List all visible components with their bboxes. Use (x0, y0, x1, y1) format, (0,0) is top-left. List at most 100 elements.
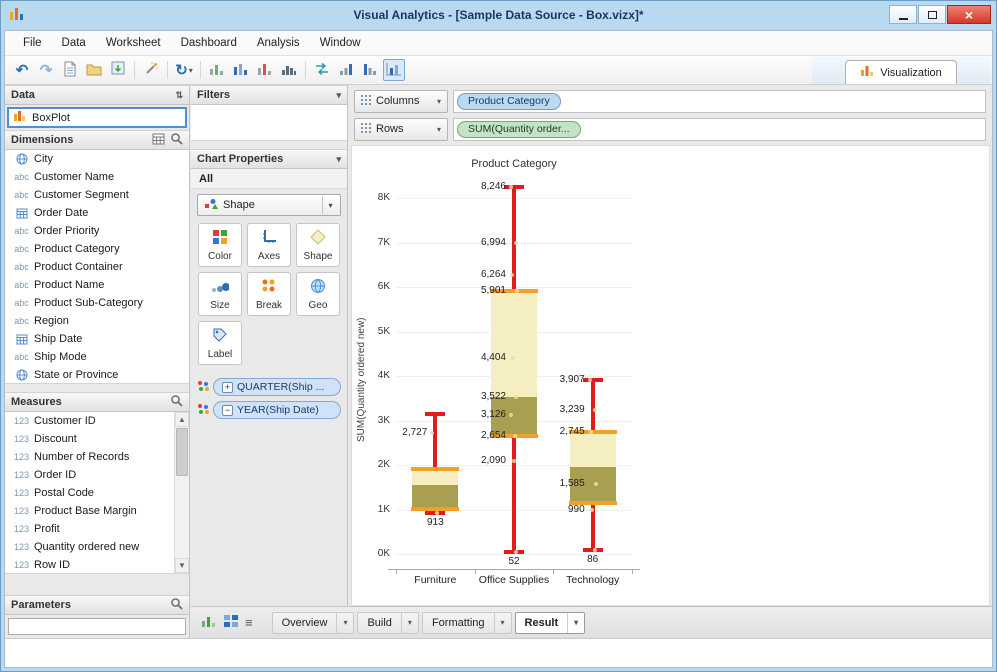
field-customer-name[interactable]: abc Customer Name (5, 168, 189, 186)
columns-field[interactable]: Product Category (453, 89, 986, 113)
data-point[interactable] (509, 412, 513, 417)
rows-field[interactable]: SUM(Quantity order... (453, 117, 986, 141)
close-button[interactable]: × (947, 5, 991, 24)
data-point[interactable] (589, 507, 594, 512)
measures-scrollbar[interactable]: ▲ ▼ (174, 412, 189, 573)
sort-ascending-button[interactable] (335, 59, 357, 81)
geo-property-button[interactable]: Geo (296, 272, 340, 316)
field-ship-mode[interactable]: abc Ship Mode (5, 348, 189, 366)
data-point[interactable] (430, 430, 435, 435)
redo-button[interactable]: ↷ (35, 59, 57, 81)
tab-formatting[interactable]: Formatting ▾ (421, 611, 512, 634)
label-property-button[interactable]: Label (198, 321, 242, 365)
add-dashboard-icon[interactable] (223, 614, 239, 631)
field-order-priority[interactable]: abc Order Priority (5, 222, 189, 240)
filters-header[interactable]: Filters ▾ (191, 85, 347, 105)
shape-property-button[interactable]: Shape (296, 223, 340, 267)
chart-properties-header[interactable]: Chart Properties ▾ (191, 149, 347, 169)
box-upper-furniture[interactable] (412, 469, 459, 485)
box-lower-furniture[interactable] (412, 485, 459, 509)
field-product-name[interactable]: abc Product Name (5, 276, 189, 294)
columns-pill[interactable]: Product Category (457, 92, 561, 110)
field-quantity-ordered-new[interactable]: 123 Quantity ordered new (5, 538, 189, 556)
data-point[interactable] (587, 378, 592, 383)
save-button[interactable] (107, 59, 129, 81)
data-source-item[interactable]: BoxPlot (7, 107, 187, 128)
data-point[interactable] (511, 356, 515, 360)
search-icon[interactable] (170, 394, 183, 410)
field-order-id[interactable]: 123 Order ID (5, 466, 189, 484)
color-property-button[interactable]: Color (198, 223, 242, 267)
refresh-button[interactable]: ↻ ▾ (173, 59, 195, 81)
axes-property-button[interactable]: Axes (247, 223, 291, 267)
field-discount[interactable]: 123 Discount (5, 430, 189, 448)
menu-window[interactable]: Window (310, 33, 371, 53)
menu-dashboard[interactable]: Dashboard (171, 33, 247, 53)
field-customer-segment[interactable]: abc Customer Segment (5, 186, 189, 204)
field-number-of-records[interactable]: 123 Number of Records (5, 448, 189, 466)
expander-icon[interactable]: − (222, 404, 233, 416)
parameters-box[interactable] (8, 618, 186, 635)
add-chart-red-button[interactable] (254, 59, 276, 81)
scroll-down-icon[interactable]: ▼ (175, 558, 189, 573)
table-icon[interactable] (152, 133, 165, 148)
maximize-button[interactable] (918, 5, 946, 24)
box-upper-technology[interactable] (569, 431, 616, 468)
field-profit[interactable]: 123 Profit (5, 520, 189, 538)
bar-chart-toggle-button[interactable] (383, 59, 405, 81)
dimensions-header[interactable]: Dimensions (5, 130, 189, 150)
columns-shelf-button[interactable]: Columns ▾ (354, 89, 448, 113)
field-postal-code[interactable]: 123 Postal Code (5, 484, 189, 502)
minimize-button[interactable] (889, 5, 917, 24)
collapse-expand-icon[interactable]: ⇅ (175, 90, 183, 101)
size-property-button[interactable]: Size (198, 272, 242, 316)
field-product-category[interactable]: abc Product Category (5, 240, 189, 258)
swap-axes-button[interactable] (311, 59, 333, 81)
field-city[interactable]: City (5, 150, 189, 168)
undo-button[interactable]: ↶ (11, 59, 33, 81)
wand-button[interactable] (140, 59, 162, 81)
break-property-button[interactable]: Break (247, 272, 291, 316)
open-button[interactable] (83, 59, 105, 81)
field-order-date[interactable]: Order Date (5, 204, 189, 222)
data-point[interactable] (592, 407, 597, 412)
box-upper-office-supplies[interactable] (491, 291, 537, 398)
tab-overview[interactable]: Overview ▾ (271, 611, 355, 634)
tab-build[interactable]: Build ▾ (357, 611, 419, 634)
list-view-icon[interactable]: ≡ (245, 615, 253, 630)
field-product-sub-category[interactable]: abc Product Sub-Category (5, 294, 189, 312)
new-sheet-button[interactable] (59, 59, 81, 81)
rows-pill[interactable]: SUM(Quantity order... (457, 120, 581, 138)
add-chart-blue-button[interactable] (230, 59, 252, 81)
measures-header[interactable]: Measures (5, 392, 189, 412)
add-chart-green-button[interactable] (206, 59, 228, 81)
field-pill[interactable]: − YEAR(Ship Date) (213, 401, 341, 419)
data-point[interactable] (514, 240, 518, 245)
field-region[interactable]: abc Region (5, 312, 189, 330)
tab-result[interactable]: Result ▾ (514, 611, 586, 634)
menu-data[interactable]: Data (52, 33, 96, 53)
data-point[interactable] (593, 481, 598, 486)
field-ship-date[interactable]: Ship Date (5, 330, 189, 348)
menu-worksheet[interactable]: Worksheet (96, 33, 171, 53)
data-point[interactable] (592, 548, 597, 553)
field-row-id[interactable]: 123 Row ID (5, 556, 189, 573)
field-pill[interactable]: + QUARTER(Ship ... (213, 378, 341, 396)
menu-analysis[interactable]: Analysis (247, 33, 310, 53)
menu-file[interactable]: File (13, 33, 52, 53)
scroll-up-icon[interactable]: ▲ (175, 412, 189, 427)
data-point[interactable] (588, 429, 593, 434)
add-visualization-icon[interactable] (201, 614, 217, 631)
data-point[interactable] (514, 549, 518, 554)
rows-shelf-button[interactable]: Rows ▾ (354, 117, 448, 141)
search-icon[interactable] (170, 597, 183, 613)
data-panel-header[interactable]: Data ⇅ (5, 85, 189, 105)
visualization-tab[interactable]: Visualization (845, 60, 957, 84)
field-state-or-province[interactable]: State or Province (5, 366, 189, 383)
field-customer-id[interactable]: 123 Customer ID (5, 412, 189, 430)
filters-dropzone[interactable] (191, 105, 347, 141)
sort-descending-button[interactable] (359, 59, 381, 81)
histogram-button[interactable] (278, 59, 300, 81)
search-icon[interactable] (170, 132, 183, 148)
scrollbar-thumb[interactable] (176, 428, 188, 476)
